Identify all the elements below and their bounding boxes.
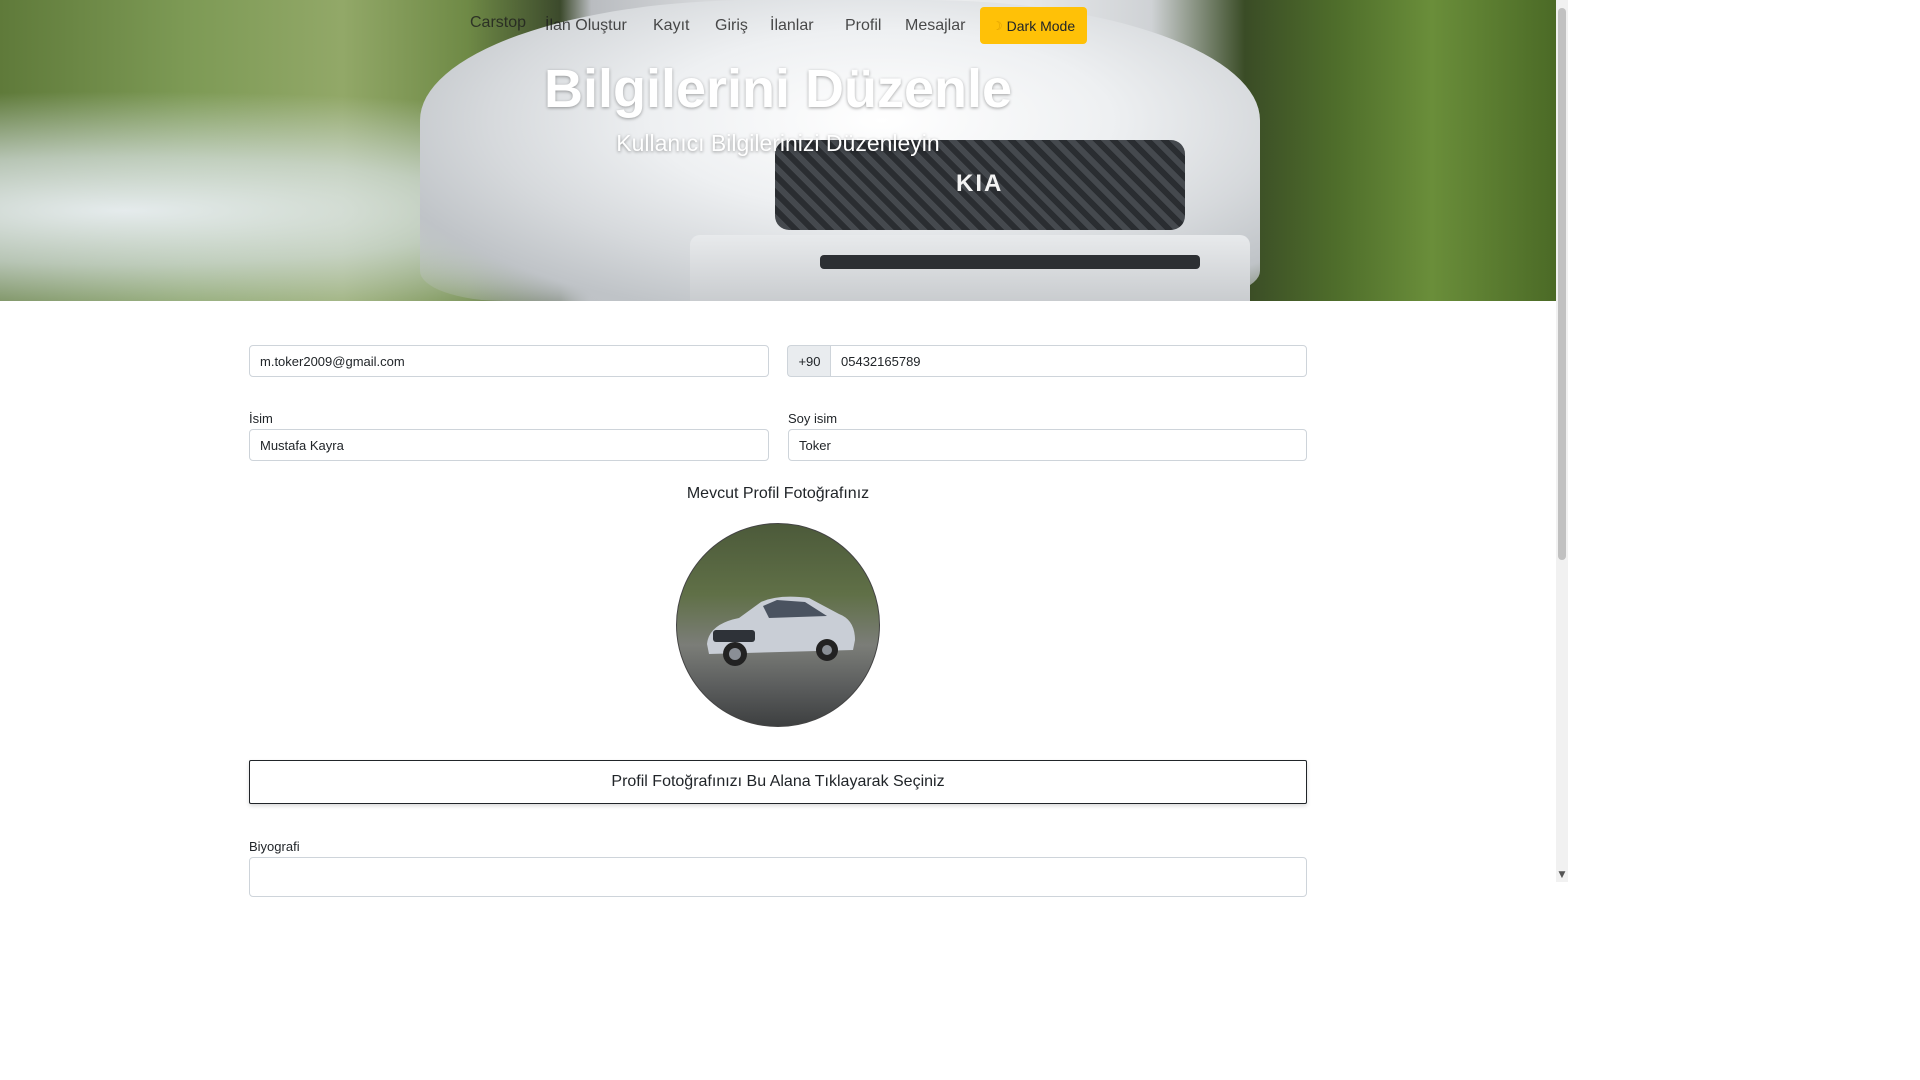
top-nav: Carstop İlan Oluştur Kayıt Giriş İlanlar… <box>0 14 1556 44</box>
nav-listings[interactable]: İlanlar <box>770 17 814 35</box>
nav-profile[interactable]: Profil <box>845 17 881 35</box>
scroll-down-icon[interactable]: ▼ <box>1557 870 1567 880</box>
hero-banner: KIA Carstop İlan Oluştur Kayıt Giriş İla… <box>0 0 1556 301</box>
hero-car-bumper-slot <box>820 255 1200 269</box>
dark-mode-button[interactable]: ☽ Dark Mode <box>980 7 1087 44</box>
email-field[interactable]: m.toker2009@gmail.com <box>249 345 769 377</box>
photo-upload-button[interactable]: Profil Fotoğrafınızı Bu Alana Tıklayarak… <box>249 760 1307 804</box>
last-name-label: Soy isim <box>788 411 838 426</box>
nav-create-listing[interactable]: İlan Oluştur <box>545 17 627 35</box>
profile-photo <box>676 523 880 727</box>
nav-messages[interactable]: Mesajlar <box>905 17 965 35</box>
phone-prefix: +90 <box>787 345 831 377</box>
nav-register[interactable]: Kayıt <box>653 17 689 35</box>
kia-logo: KIA <box>956 170 1004 197</box>
nav-brand[interactable]: Carstop <box>470 14 526 32</box>
bio-textarea[interactable] <box>249 857 1307 897</box>
phone-field[interactable]: 05432165789 <box>830 345 1307 377</box>
page-subtitle: Kullanıcı Bilgilerinizi Düzenleyin <box>616 130 940 156</box>
dark-mode-label: Dark Mode <box>1006 17 1076 34</box>
page-title: Bilgilerini Düzenle <box>543 59 1013 119</box>
scrollbar-thumb[interactable] <box>1558 8 1566 560</box>
moon-icon: ☽ <box>991 18 1003 33</box>
bio-label: Biyografi <box>249 839 300 854</box>
current-photo-title: Mevcut Profil Fotoğrafınız <box>686 485 870 502</box>
nav-login[interactable]: Giriş <box>715 17 748 35</box>
profile-car-image <box>707 596 855 666</box>
first-name-field[interactable]: Mustafa Kayra <box>249 429 769 461</box>
first-name-label: İsim <box>249 411 273 426</box>
last-name-field[interactable]: Toker <box>788 429 1307 461</box>
